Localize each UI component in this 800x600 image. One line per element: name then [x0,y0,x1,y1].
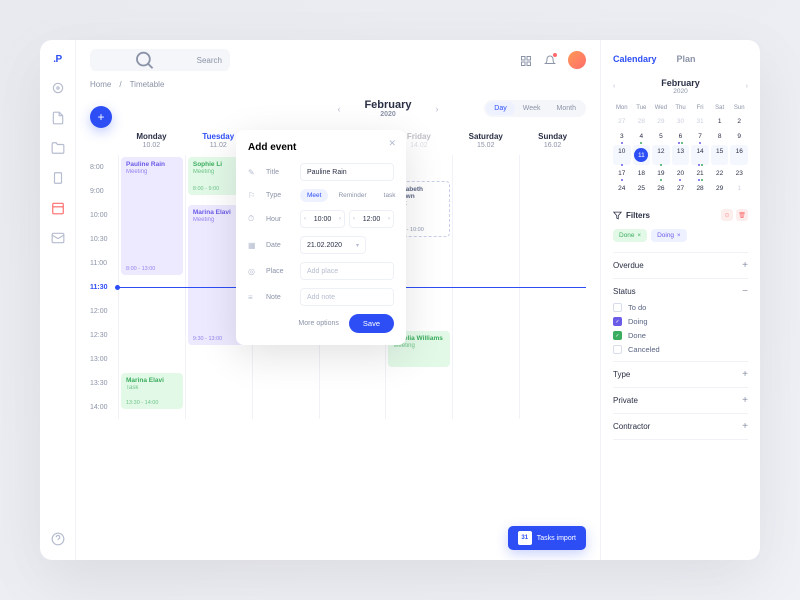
filters-header: Filters ⊙ 🗑 [613,209,748,221]
calendar-icon[interactable] [51,201,65,215]
avatar[interactable] [568,51,586,69]
crumb-current: Timetable [130,80,165,89]
filter-accordion: Overdue+ Status− To do ✓Doing ✓Done Canc… [613,252,748,440]
plus-icon: + [742,369,748,380]
filter-overdue[interactable]: Overdue+ [613,260,748,271]
filter-contractor[interactable]: Contractor+ [613,421,748,432]
tag-doing[interactable]: Doing× [651,229,687,242]
breadcrumb: Home / Timetable [76,80,600,99]
google-calendar-icon: 31 [518,531,532,545]
logo: .P [53,54,61,65]
tab-plan[interactable]: Plan [677,54,696,64]
note-input[interactable]: Add note [300,288,394,306]
modal-title: Add event [248,142,394,153]
file-icon[interactable] [51,171,65,185]
minus-icon: − [742,286,748,297]
bell-icon[interactable] [544,54,556,66]
mini-next-icon[interactable]: › [746,83,748,90]
filter-status[interactable]: Status− [613,286,748,297]
filter-type[interactable]: Type+ [613,369,748,380]
month-header: ‹ February 2020 › Day Week Month [76,99,600,126]
next-month-icon[interactable]: › [436,104,439,114]
help-icon[interactable] [51,532,65,546]
folder-icon[interactable] [51,141,65,155]
view-week[interactable]: Week [515,102,549,115]
grid-icon[interactable] [520,54,532,66]
status-done[interactable]: ✓Done [613,331,748,340]
right-tabs: Calendary Plan [613,54,748,64]
close-icon[interactable]: ✕ [388,138,396,149]
search-placeholder: Search [197,56,222,65]
type-meet[interactable]: Meet [300,189,328,202]
pin-icon: ◎ [248,267,258,276]
more-options-link[interactable]: More options [298,320,338,327]
search-icon [98,49,191,71]
place-input[interactable]: Add place [300,262,394,280]
sidebar: .P [40,40,76,560]
remove-tag-icon[interactable]: × [638,233,642,239]
right-panel: Calendary Plan ‹ February 2020 › MonTueW… [600,40,760,560]
date-input[interactable]: 21.02.2020▾ [300,236,366,254]
dashboard-icon[interactable] [51,81,65,95]
view-day[interactable]: Day [486,102,514,115]
event-card[interactable]: Pauline RainMeeting 8:00 - 13:00 [121,157,183,275]
trash-icon[interactable]: 🗑 [736,209,748,221]
filter-tags: Done× Doing× [613,229,748,242]
mini-cal-header: ‹ February 2020 › [613,78,748,95]
tab-calendary[interactable]: Calendary [613,54,657,64]
type-reminder[interactable]: Reminder [331,189,373,202]
pencil-icon: ✎ [248,168,258,177]
day-saturday: Saturday15.02 [452,126,519,155]
tag-done[interactable]: Done× [613,229,647,242]
event-card[interactable]: Marina ElaviTask 13:30 - 14:00 [121,373,183,409]
add-event-modal: ✕ Add event ✎ Title Pauline Rain ⚐ Type … [236,130,406,345]
type-task[interactable]: task [377,189,403,202]
view-switch: Day Week Month [484,100,586,117]
notification-dot [553,53,557,57]
view-month[interactable]: Month [549,102,584,115]
hour-to-input[interactable]: ‹12:00› [349,210,394,228]
filter-private[interactable]: Private+ [613,395,748,406]
crumb-home[interactable]: Home [90,80,111,89]
plus-icon: + [742,260,748,271]
topbar: Search [76,40,600,80]
app-container: .P Search Home / Timetable + [40,40,760,560]
clock-icon: ⏱ [248,214,258,224]
save-filters-icon[interactable]: ⊙ [721,209,733,221]
save-button[interactable]: Save [349,314,394,333]
search-input[interactable]: Search [90,49,230,71]
title-input[interactable]: Pauline Rain [300,163,394,181]
note-icon: ≡ [248,293,258,302]
month-title: February 2020 [364,99,411,118]
plus-icon: + [742,395,748,406]
hour-from-input[interactable]: ‹10:00› [300,210,345,228]
calendar-small-icon: ▦ [248,241,258,250]
status-canceled[interactable]: Canceled [613,345,748,354]
day-monday: Monday10.02 [118,126,185,155]
mini-calendar: MonTueWedThuFriSatSun 272829303112 34567… [613,103,748,195]
day-sunday: Sunday16.02 [519,126,586,155]
status-doing[interactable]: ✓Doing [613,317,748,326]
time-column: 8:00 9:00 10:00 10:30 11:00 11:30 12:00 … [90,155,118,419]
tasks-import-button[interactable]: 31 Tasks import [508,526,586,550]
filter-icon [613,211,622,220]
status-todo[interactable]: To do [613,303,748,312]
prev-month-icon[interactable]: ‹ [337,104,340,114]
filters-title: Filters [613,211,650,220]
main-panel: Search Home / Timetable + ‹ February 202… [76,40,600,560]
remove-tag-icon[interactable]: × [677,233,681,239]
document-icon[interactable] [51,111,65,125]
tag-icon: ⚐ [248,191,258,200]
plus-icon: + [742,421,748,432]
mini-today: 11 [634,148,648,162]
mail-icon[interactable] [51,231,65,245]
